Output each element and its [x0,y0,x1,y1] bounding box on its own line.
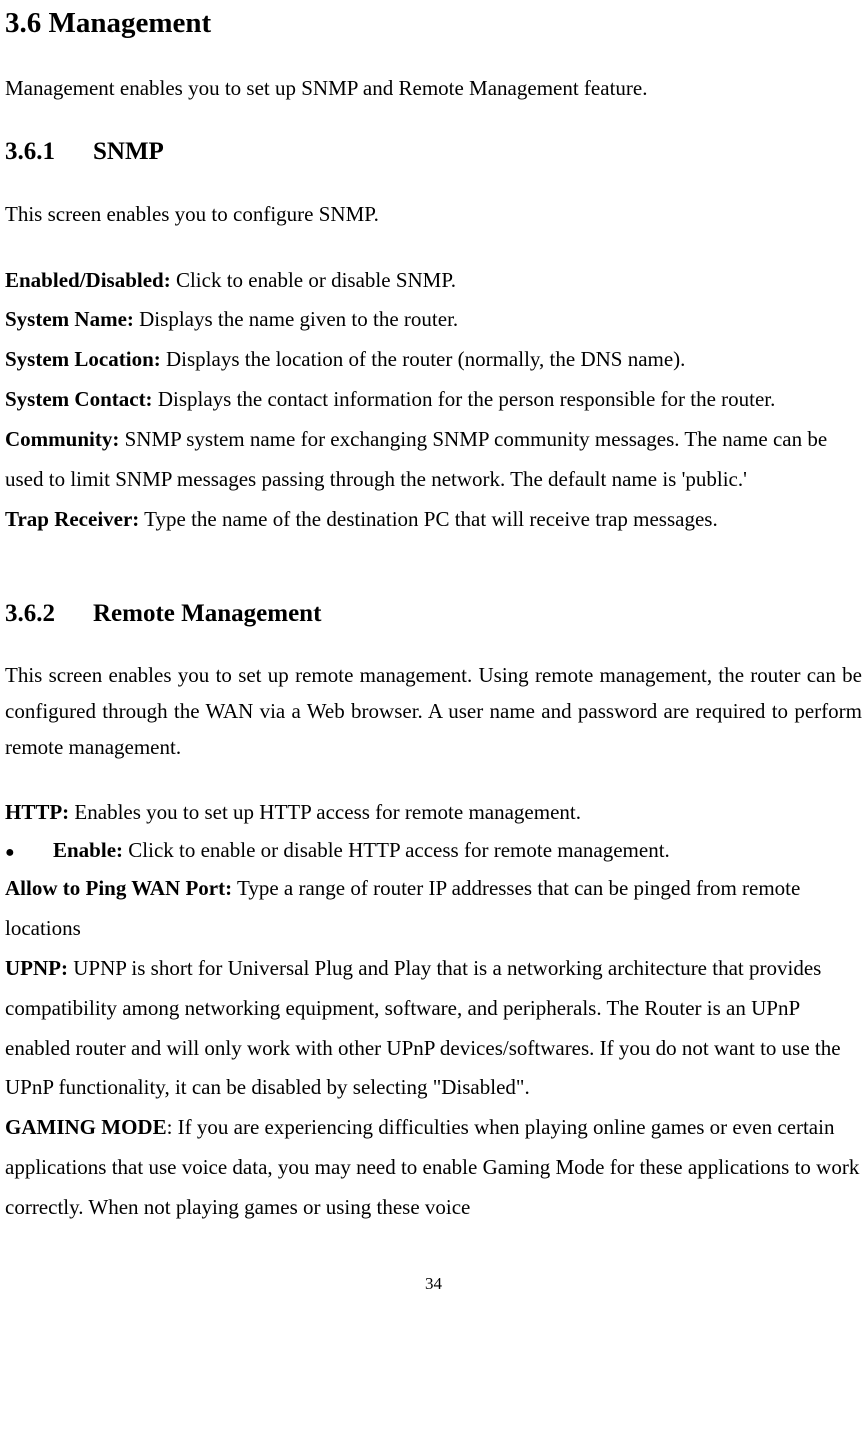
section-heading-3-6: 3.6 Management [5,5,862,43]
section-title: Remote Management [93,600,321,627]
bullet-icon: ● [5,839,53,866]
def-system-name: System Name: Displays the name given to … [5,300,862,340]
section-number: 3.6.2 [5,598,55,631]
def-system-location: System Location: Displays the location o… [5,340,862,380]
def-text: Enables you to set up HTTP access for re… [69,800,581,824]
def-gaming-mode: GAMING MODE: If you are experiencing dif… [5,1108,862,1228]
def-label: UPNP: [5,956,68,980]
def-label: GAMING MODE [5,1115,167,1139]
def-text: Displays the name given to the router. [134,307,458,331]
section-title: Management [49,7,212,39]
spacer [5,540,862,568]
section-number: 3.6.1 [5,136,55,169]
section-intro-3-6: Management enables you to set up SNMP an… [5,71,862,107]
bullet-content: Enable: Click to enable or disable HTTP … [53,833,670,869]
def-text: SNMP system name for exchanging SNMP com… [5,427,827,491]
section-heading-3-6-1: 3.6.1 SNMP [5,136,862,169]
def-http: HTTP: Enables you to set up HTTP access … [5,793,862,833]
def-trap-receiver: Trap Receiver: Type the name of the dest… [5,500,862,540]
bullet-enable: ● Enable: Click to enable or disable HTT… [5,833,862,869]
def-label: System Location: [5,347,161,371]
section-heading-3-6-2: 3.6.2 Remote Management [5,598,862,631]
def-label: Trap Receiver: [5,507,139,531]
def-label: System Name: [5,307,134,331]
def-text: Click to enable or disable SNMP. [171,268,456,292]
page-number: 34 [5,1268,862,1300]
def-community: Community: SNMP system name for exchangi… [5,420,862,500]
def-label: Enabled/Disabled: [5,268,171,292]
snmp-definitions: Enabled/Disabled: Click to enable or dis… [5,261,862,540]
section-number: 3.6 [5,7,41,39]
def-text: Type the name of the destination PC that… [139,507,717,531]
def-text: UPNP is short for Universal Plug and Pla… [5,956,841,1100]
def-system-contact: System Contact: Displays the contact inf… [5,380,862,420]
def-label: HTTP: [5,800,69,824]
def-text: Displays the contact information for the… [153,387,776,411]
def-label: System Contact: [5,387,153,411]
def-text: Click to enable or disable HTTP access f… [123,838,670,862]
def-label: Enable: [53,838,123,862]
def-ping: Allow to Ping WAN Port: Type a range of … [5,869,862,949]
remote-definitions: HTTP: Enables you to set up HTTP access … [5,793,862,1228]
def-label: Community: [5,427,119,451]
def-upnp: UPNP: UPNP is short for Universal Plug a… [5,949,862,1109]
section-intro-3-6-1: This screen enables you to configure SNM… [5,197,862,233]
section-title: SNMP [93,138,164,165]
def-enabled-disabled: Enabled/Disabled: Click to enable or dis… [5,261,862,301]
section-intro-3-6-2: This screen enables you to set up remote… [5,658,862,765]
def-text: Displays the location of the router (nor… [161,347,686,371]
def-label: Allow to Ping WAN Port: [5,876,232,900]
